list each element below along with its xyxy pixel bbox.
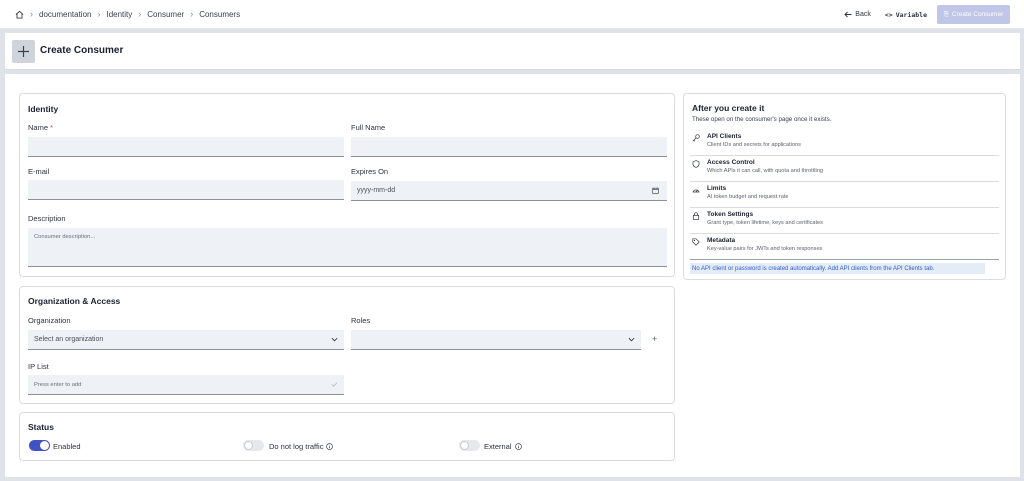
ip-list-input[interactable]: Press enter to add [28, 375, 344, 395]
description-label: Description [28, 214, 66, 223]
after-create-subtitle: These open on the consumer's page once i… [692, 116, 832, 123]
tag-icon [692, 238, 700, 246]
info-icon[interactable] [326, 443, 334, 450]
name-input[interactable] [28, 137, 344, 157]
shield-icon [692, 160, 700, 168]
organization-value: Select an organization [34, 336, 104, 343]
roles-label: Roles [351, 316, 371, 325]
description-textarea[interactable]: Consumer description... [28, 228, 667, 267]
add-role-button[interactable]: + [652, 334, 657, 344]
fullname-input[interactable] [351, 137, 667, 157]
ip-list-placeholder: Press enter to add [34, 381, 82, 388]
check-icon [331, 382, 338, 387]
roles-select[interactable] [351, 330, 641, 350]
toggle-knob [244, 441, 253, 450]
chevron-down-icon [628, 337, 635, 342]
metadata-desc: Key-value pairs for JWTs and token respo… [707, 246, 823, 252]
expires-date-input[interactable]: yyyy-mm-dd [351, 181, 667, 201]
access-control-desc: Which APIs it can call, with quota and t… [707, 168, 823, 174]
breadcrumb-consumers: Consumers [199, 9, 241, 19]
ip-list-label: IP List [28, 362, 49, 371]
back-label: Back [855, 11, 871, 18]
expires-placeholder: yyyy-mm-dd [357, 187, 396, 194]
breadcrumb-separator: › [97, 9, 101, 19]
next-step-limits: Limits AI token budget and request rate [690, 182, 999, 208]
top-actions: Back <> Variable ⎘ Create Consumer [830, 5, 1010, 24]
email-label: E-mail [28, 167, 50, 176]
breadcrumb-identity[interactable]: Identity [106, 10, 132, 19]
key-icon [692, 134, 700, 142]
toggle-knob [460, 441, 469, 450]
organization-card: Organization & Access Organization Selec… [19, 286, 675, 404]
token-settings-title: Token Settings [707, 211, 754, 218]
breadcrumb-consumer[interactable]: Consumer [147, 10, 184, 19]
save-icon: ⎘ [943, 10, 949, 18]
metadata-title: Metadata [707, 237, 736, 244]
next-step-token-settings: Token Settings Grant type, token lifetim… [690, 208, 999, 234]
limits-desc: AI token budget and request rate [707, 194, 789, 200]
code-icon: <> [884, 10, 893, 19]
breadcrumb-separator: › [138, 9, 142, 19]
next-step-access-control: Access Control Which APIs it can call, w… [690, 156, 999, 182]
access-control-title: Access Control [707, 159, 755, 166]
breadcrumb-separator: › [190, 9, 194, 19]
page-title: Create Consumer [40, 45, 124, 56]
identity-title: Identity [28, 104, 59, 114]
enabled-toggle[interactable] [29, 440, 50, 451]
do-not-log-label: Do not log traffic [269, 442, 334, 451]
expires-label: Expires On [351, 167, 389, 176]
description-placeholder: Consumer description... [34, 234, 96, 240]
gauge-icon [692, 189, 700, 193]
email-input[interactable] [28, 180, 344, 200]
after-create-title: After you create it [692, 103, 765, 113]
name-label: Name * [28, 123, 53, 132]
api-clients-desc: Client IDs and secrets for applications [707, 142, 801, 148]
toggle-knob [40, 441, 49, 450]
breadcrumb-documentation[interactable]: documentation [39, 10, 91, 19]
lock-icon [692, 212, 700, 220]
calendar-icon[interactable] [652, 187, 659, 194]
info-note: No API client or password is created aut… [690, 263, 985, 274]
create-consumer-label: Create Consumer [951, 11, 1004, 18]
do-not-log-toggle[interactable] [243, 440, 264, 451]
identity-card: Identity Name * Full Name E-mail Expires… [19, 93, 675, 277]
api-clients-title: API Clients [707, 133, 742, 140]
breadcrumb-separator: › [30, 9, 33, 19]
do-not-log-text: Do not log traffic [269, 442, 324, 451]
name-label-text: Name [28, 123, 49, 132]
next-step-api-clients: API Clients Client IDs and secrets for a… [690, 130, 999, 156]
status-title: Status [28, 422, 54, 432]
back-button[interactable]: Back [844, 11, 871, 18]
external-toggle[interactable] [459, 440, 480, 451]
chevron-down-icon [331, 337, 338, 342]
external-text: External [484, 442, 512, 451]
variable-button[interactable]: <> Variable [885, 11, 927, 19]
breadcrumb: › documentation › Identity › Consumer › … [15, 9, 240, 19]
organization-select[interactable]: Select an organization [28, 330, 344, 350]
organization-title: Organization & Access [28, 296, 121, 306]
next-step-metadata: Metadata Key-value pairs for JWTs and to… [690, 234, 999, 260]
page-header: Create Consumer [5, 33, 1020, 70]
external-label: External [484, 442, 522, 451]
required-marker: * [50, 123, 54, 132]
top-bar: › documentation › Identity › Consumer › … [0, 0, 1024, 29]
create-consumer-button[interactable]: ⎘ Create Consumer [937, 5, 1010, 24]
main-content: Identity Name * Full Name E-mail Expires… [5, 74, 1020, 477]
enabled-label: Enabled [53, 442, 81, 451]
status-card: Status Enabled Do not log traffic Extern… [19, 412, 675, 461]
fullname-label: Full Name [351, 123, 386, 132]
limits-title: Limits [707, 185, 727, 192]
organization-label: Organization [28, 316, 71, 325]
arrow-left-icon [844, 11, 852, 18]
plus-icon [12, 40, 35, 63]
home-icon[interactable] [15, 10, 24, 19]
after-create-card: After you create it These open on the co… [683, 93, 1006, 280]
info-icon[interactable] [514, 443, 522, 450]
variable-label: Variable [895, 10, 927, 19]
token-settings-desc: Grant type, token lifetime, keys and cer… [707, 220, 823, 226]
